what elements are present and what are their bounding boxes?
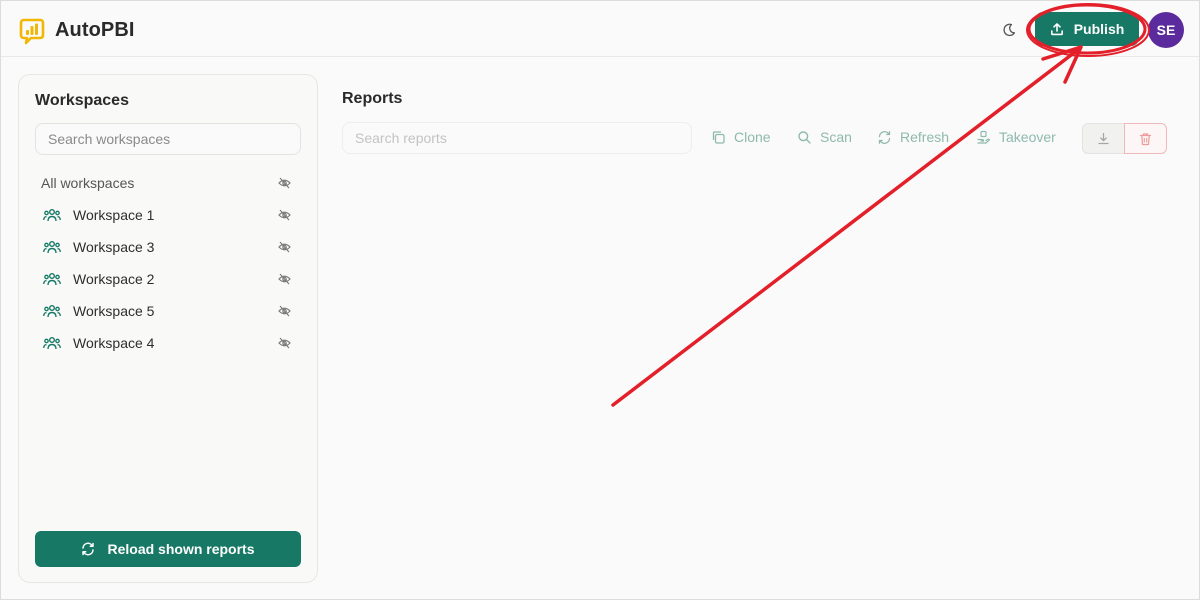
team-icon [43,305,61,318]
moon-icon [1003,23,1016,37]
sidebar-item-workspace-2[interactable]: Workspace 2 [35,263,301,295]
sidebar-item-label: Workspace 4 [73,335,155,351]
takeover-button[interactable]: Takeover [976,127,1056,147]
sidebar-item-label: All workspaces [41,175,135,191]
eye-off-icon[interactable] [278,273,291,285]
sidebar-item-label: Workspace 3 [73,239,155,255]
app-logo-icon [19,18,45,45]
refresh-button[interactable]: Refresh [877,127,949,147]
reload-reports-button[interactable]: Reload shown reports [35,531,301,567]
trash-icon [1139,132,1152,145]
workspace-search-input[interactable] [35,123,301,155]
eye-off-icon[interactable] [278,337,291,349]
refresh-icon [82,542,95,556]
workspace-list: All workspaces Workspace 1 Workspace 3 W… [35,167,301,359]
annotation-arrow [611,45,1083,407]
report-search-input[interactable] [342,122,692,154]
eye-off-icon[interactable] [278,305,291,317]
sidebar-item-workspace-4[interactable]: Workspace 4 [35,327,301,359]
sidebar-item-label: Workspace 1 [73,207,155,223]
publish-label: Publish [1073,21,1125,37]
scan-button[interactable]: Scan [797,127,852,147]
sidebar-item-workspace-1[interactable]: Workspace 1 [35,199,301,231]
sidebar-item-label: Workspace 2 [73,271,155,287]
refresh-icon [878,130,891,144]
eye-off-icon[interactable] [278,177,291,189]
user-avatar[interactable]: SE [1148,12,1184,48]
sidebar-item-workspace-5[interactable]: Workspace 5 [35,295,301,327]
team-icon [43,273,61,286]
eye-off-icon[interactable] [278,241,291,253]
copy-icon [712,130,725,144]
search-icon [798,130,811,144]
refresh-label: Refresh [900,129,950,145]
takeover-label: Takeover [999,129,1056,145]
brand[interactable]: AutoPBI [17,15,135,45]
reports-title: Reports [342,90,403,107]
sidebar-item-label: Workspace 5 [73,303,155,319]
workspaces-title: Workspaces [35,92,129,109]
scan-label: Scan [820,129,852,145]
clone-button[interactable]: Clone [711,127,771,147]
theme-toggle-button[interactable] [999,20,1019,40]
sidebar-item-all-workspaces[interactable]: All workspaces [35,167,301,199]
team-icon [43,209,61,222]
publish-button[interactable]: Publish [1035,12,1139,46]
download-button[interactable] [1082,123,1125,154]
team-icon [43,241,61,254]
clone-label: Clone [734,129,771,145]
team-icon [43,337,61,350]
top-header: AutoPBI Publish SE [1,1,1199,57]
reload-label: Reload shown reports [107,541,255,557]
download-icon [1098,132,1109,145]
hand-icon [977,130,991,144]
eye-off-icon[interactable] [278,209,291,221]
sidebar-item-workspace-3[interactable]: Workspace 3 [35,231,301,263]
upload-icon [1050,23,1063,36]
delete-button[interactable] [1124,123,1167,154]
app-window: AutoPBI Publish SE Workspaces All worksp… [0,0,1200,600]
workspaces-panel: Workspaces All workspaces Workspace 1 Wo… [18,74,318,583]
app-name: AutoPBI [55,18,135,41]
